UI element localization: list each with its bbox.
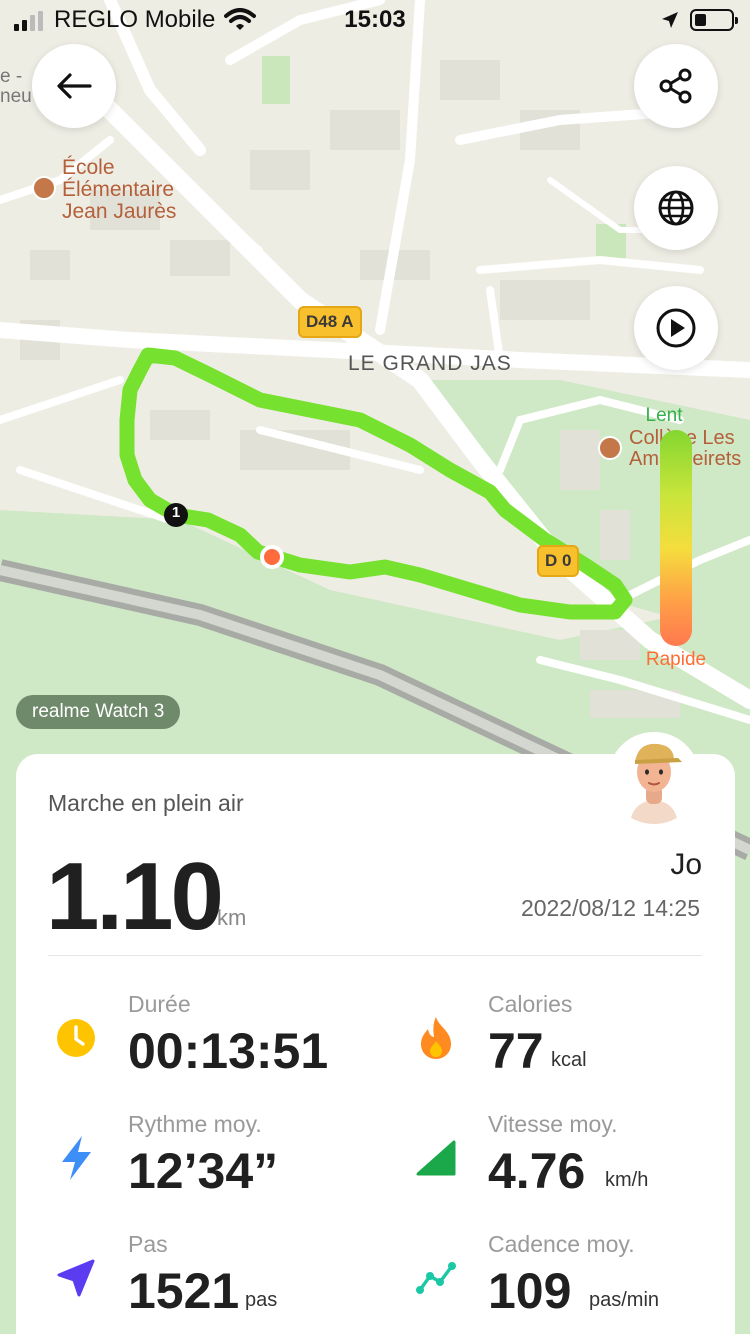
speed-gradient-bar bbox=[660, 430, 692, 646]
distance-unit: km bbox=[217, 905, 247, 930]
pace-value: 12’34” bbox=[128, 1143, 279, 1199]
globe-icon bbox=[658, 190, 694, 226]
edge-label-1: e - bbox=[0, 66, 23, 87]
speed-unit: km/h bbox=[605, 1169, 649, 1191]
session-datetime: 2022/08/12 14:25 bbox=[520, 895, 700, 921]
clock-icon bbox=[52, 1014, 100, 1062]
back-button[interactable] bbox=[32, 44, 116, 128]
battery-icon bbox=[690, 9, 738, 31]
school-icon bbox=[32, 176, 56, 200]
duration-label: Durée bbox=[128, 991, 191, 1017]
calories-label: Calories bbox=[488, 991, 573, 1017]
college-icon bbox=[598, 436, 622, 460]
pace-label: Rythme moy. bbox=[128, 1111, 262, 1137]
back-arrow-icon bbox=[57, 73, 92, 99]
map-style-button[interactable] bbox=[634, 166, 718, 250]
steps-value: 1521 bbox=[128, 1263, 240, 1319]
user-avatar[interactable] bbox=[608, 732, 700, 824]
share-button[interactable] bbox=[634, 44, 718, 128]
distance-value: 1.10 bbox=[46, 843, 224, 950]
start-marker-number: 1 bbox=[171, 504, 181, 521]
avatar-illustration bbox=[608, 732, 700, 824]
user-name: Jo bbox=[670, 848, 702, 881]
steps-label: Pas bbox=[128, 1231, 168, 1257]
school-label-line3: Jean Jaurès bbox=[62, 200, 177, 223]
share-icon bbox=[659, 68, 692, 104]
end-marker bbox=[260, 545, 284, 569]
speed-triangle-icon bbox=[412, 1134, 460, 1182]
school-label: École Élémentaire Jean Jaurès bbox=[62, 157, 176, 223]
road-badge-d48a: D48 A bbox=[298, 306, 362, 338]
cadence-graph-icon bbox=[412, 1254, 460, 1302]
edge-label-2: neu bbox=[0, 86, 32, 107]
play-icon bbox=[656, 308, 696, 348]
cadence-value: 109 bbox=[488, 1263, 572, 1319]
neighborhood-label: LE GRAND JAS bbox=[348, 352, 512, 375]
flame-icon bbox=[412, 1014, 460, 1062]
cadence-unit: pas/min bbox=[589, 1289, 660, 1311]
activity-type: Marche en plein air bbox=[48, 790, 244, 816]
calories-unit: kcal bbox=[551, 1049, 587, 1071]
speed-legend-slow-label: Lent bbox=[645, 405, 683, 426]
status-bar: REGLO Mobile 15:03 bbox=[0, 0, 750, 42]
speed-legend-fast-label: Rapide bbox=[645, 649, 707, 670]
navigation-arrow-icon bbox=[52, 1254, 100, 1302]
lightning-icon bbox=[52, 1134, 100, 1182]
road-badge-d: D 0 bbox=[537, 545, 580, 577]
play-route-button[interactable] bbox=[634, 286, 718, 370]
divider bbox=[48, 955, 702, 956]
calories-value: 77 bbox=[488, 1023, 544, 1079]
steps-unit: pas bbox=[245, 1289, 278, 1311]
speed-value: 4.76 bbox=[488, 1143, 586, 1199]
battery-level bbox=[695, 14, 706, 26]
school-label-line1: École bbox=[62, 156, 115, 179]
location-arrow-icon bbox=[662, 12, 678, 28]
speed-label: Vitesse moy. bbox=[488, 1111, 618, 1137]
park-patch bbox=[262, 56, 290, 104]
status-time: 15:03 bbox=[344, 6, 406, 33]
cadence-label: Cadence moy. bbox=[488, 1231, 635, 1257]
duration-value: 00:13:51 bbox=[128, 1023, 329, 1079]
school-label-line2: Élémentaire bbox=[62, 178, 175, 201]
device-chip: realme Watch 3 bbox=[16, 695, 181, 729]
